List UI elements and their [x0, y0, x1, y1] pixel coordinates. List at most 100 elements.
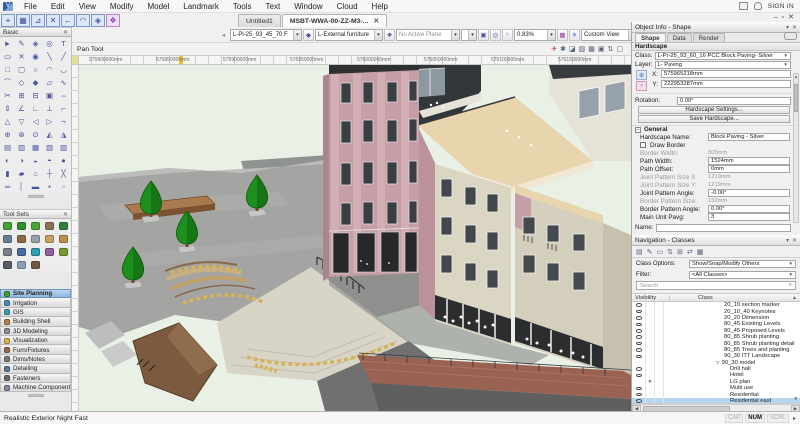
- basic-tool-icon[interactable]: ◑: [15, 154, 29, 167]
- basic-tool-icon[interactable]: ◓: [43, 154, 57, 167]
- active-class-combo[interactable]: L-Pl-25_93_45_70 F▼: [230, 29, 302, 41]
- tool-set-icon[interactable]: [15, 232, 29, 245]
- snap-tool-icon[interactable]: ◠: [76, 14, 90, 27]
- scroll-down-icon[interactable]: ▼: [794, 396, 798, 401]
- tab-shape[interactable]: Shape: [635, 33, 666, 42]
- tool-set-icon[interactable]: [15, 258, 29, 271]
- object-name-field[interactable]: [656, 224, 791, 232]
- tool-set-icon[interactable]: [57, 219, 71, 232]
- basic-tool-icon[interactable]: ▮: [1, 167, 15, 180]
- basic-tool-icon[interactable]: ═: [1, 180, 15, 193]
- basic-tool-icon[interactable]: ▰: [15, 167, 29, 180]
- basic-tool-icon[interactable]: ◈: [29, 37, 43, 50]
- general-section-header[interactable]: −General: [632, 125, 800, 133]
- basic-tool-icon[interactable]: ╲: [43, 50, 57, 63]
- basic-tool-icon[interactable]: ▧: [43, 141, 57, 154]
- tool-sets-palette-header[interactable]: Tool Sets✕: [0, 209, 71, 219]
- tool-set-item-furn-fixtures[interactable]: Furn/Fixtures: [0, 345, 71, 354]
- nav-tool-icon[interactable]: ▤: [636, 248, 643, 256]
- basic-tool-icon[interactable]: ╱: [57, 50, 71, 63]
- tool-set-icon[interactable]: [29, 258, 43, 271]
- rotation-field[interactable]: 0.00°: [677, 97, 791, 105]
- basic-palette-header[interactable]: Basic✕: [0, 27, 71, 37]
- menu-text[interactable]: Text: [259, 2, 288, 11]
- tool-set-item-dims-notes[interactable]: Dims/Notes: [0, 355, 71, 364]
- active-plane-combo[interactable]: No Active Plane▼: [396, 29, 460, 41]
- basic-tool-icon[interactable]: □: [1, 63, 15, 76]
- menu-modify[interactable]: Modify: [103, 2, 141, 11]
- basic-tool-icon[interactable]: ∟: [29, 102, 43, 115]
- basic-tool-icon[interactable]: ⊙: [29, 128, 43, 141]
- basic-tool-icon[interactable]: ▣: [43, 89, 57, 102]
- smart-cursor-icon[interactable]: ✳: [569, 29, 580, 41]
- zoom-tool-icon[interactable]: ○: [502, 29, 513, 41]
- menu-help[interactable]: Help: [365, 2, 395, 11]
- tool-set-item-detailing[interactable]: Detailing: [0, 364, 71, 373]
- tool-set-icon[interactable]: [15, 245, 29, 258]
- view-bar-icon[interactable]: ▦: [588, 45, 595, 53]
- view-bar-icon[interactable]: ▣: [598, 45, 605, 53]
- sort-icon[interactable]: ▲: [792, 295, 797, 301]
- basic-tool-icon[interactable]: ▤: [1, 141, 15, 154]
- pin-icon[interactable]: ▾: [786, 237, 789, 244]
- basic-tool-icon[interactable]: ◐: [1, 154, 15, 167]
- document-tab[interactable]: Untitled1: [238, 14, 281, 27]
- basic-tool-icon[interactable]: ∠: [15, 102, 29, 115]
- grid-snap-icon[interactable]: ▦: [557, 29, 568, 41]
- tool-set-icon[interactable]: [29, 219, 43, 232]
- basic-tool-icon[interactable]: ▦: [29, 141, 43, 154]
- basic-tool-icon[interactable]: ⇔: [57, 89, 71, 102]
- basic-tool-icon[interactable]: ◇: [15, 76, 29, 89]
- param-field[interactable]: 1524mm: [708, 157, 790, 165]
- view-bar-icon[interactable]: ▢: [616, 45, 623, 53]
- user-icon[interactable]: [754, 2, 762, 10]
- tool-set-item-building-shell[interactable]: Building Shell: [0, 317, 71, 326]
- param-field[interactable]: 0.00°: [708, 205, 790, 213]
- basic-tool-icon[interactable]: │: [15, 180, 29, 193]
- find-icon[interactable]: ◎: [490, 29, 501, 41]
- visibility-cell-2[interactable]: [646, 398, 655, 404]
- close-icon[interactable]: ✕: [792, 237, 797, 244]
- x-coordinate-field[interactable]: 575965218mm: [661, 70, 791, 78]
- close-icon[interactable]: ✕: [792, 24, 797, 31]
- tool-set-icon[interactable]: [57, 232, 71, 245]
- anchor-point-icon[interactable]: ♁: [636, 81, 647, 91]
- basic-tool-icon[interactable]: ●: [57, 154, 71, 167]
- status-more-icon[interactable]: ▸: [793, 415, 796, 422]
- tool-set-item-fasteners[interactable]: Fasteners: [0, 374, 71, 383]
- class-attr-icon[interactable]: ◆: [303, 29, 314, 41]
- palette-resize-handle[interactable]: [28, 195, 44, 198]
- visibility-cell[interactable]: [632, 398, 646, 404]
- snap-tool-icon[interactable]: ▦: [16, 14, 30, 27]
- view-bar-icon[interactable]: ⇅: [608, 45, 614, 53]
- basic-tool-icon[interactable]: ⊗: [15, 128, 29, 141]
- active-layer-combo[interactable]: L-External furniture▼: [315, 29, 383, 41]
- basic-tool-icon[interactable]: ⌐: [57, 102, 71, 115]
- search-input[interactable]: Search⌕: [636, 281, 796, 290]
- print-icon[interactable]: [739, 2, 748, 10]
- filter-select[interactable]: <All Classes>▼: [689, 271, 796, 279]
- nav-tool-icon[interactable]: ⊞: [677, 248, 683, 256]
- tool-set-item-machine-components[interactable]: Machine Components: [0, 383, 71, 392]
- menu-model[interactable]: Model: [140, 2, 176, 11]
- basic-tool-icon[interactable]: ◆: [29, 76, 43, 89]
- basic-tool-icon[interactable]: ⌂: [29, 167, 43, 180]
- save-hardscape-button[interactable]: Save Hardscape...: [638, 115, 790, 123]
- basic-tool-icon[interactable]: ⊥: [43, 102, 57, 115]
- y-coordinate-field[interactable]: 222953287mm: [661, 80, 791, 88]
- view-bar-icon[interactable]: ✈: [551, 45, 557, 53]
- basic-tool-icon[interactable]: ▭: [1, 50, 15, 63]
- basic-tool-icon[interactable]: ▫: [57, 180, 71, 193]
- tool-set-icon[interactable]: [1, 232, 15, 245]
- view-bar-icon[interactable]: ✱: [560, 45, 566, 53]
- snap-tool-icon[interactable]: ⌖: [1, 14, 15, 27]
- menu-file[interactable]: File: [17, 2, 44, 11]
- tab-render[interactable]: Render: [693, 33, 725, 42]
- collapse-icon[interactable]: −: [635, 127, 641, 133]
- window-control-icon[interactable]: ▫: [782, 14, 784, 22]
- menu-landmark[interactable]: Landmark: [176, 2, 226, 11]
- navigation-header[interactable]: Navigation - Classes ▾✕: [632, 235, 800, 246]
- basic-tool-icon[interactable]: ○: [29, 63, 43, 76]
- menu-edit[interactable]: Edit: [44, 2, 72, 11]
- drawing-viewport[interactable]: Pan Tool ✈✱◪▨▦▣⇅▢ 575800000mm575850000mm…: [72, 43, 631, 411]
